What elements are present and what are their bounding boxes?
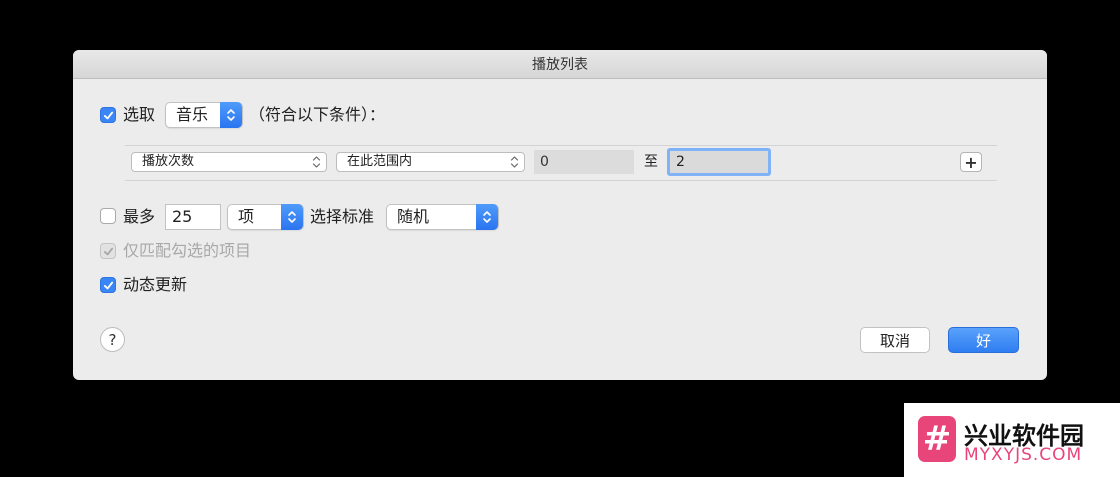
checkmark-icon [103,281,113,289]
limit-unit-select[interactable]: 项 [227,204,304,230]
watermark-logo-icon: # [918,416,956,462]
condition-suffix: （符合以下条件）： [249,105,386,124]
popup-arrows-icon [220,102,242,128]
limit-count-field[interactable]: 25 [165,204,221,230]
match-checked-label: 仅匹配勾选的项目 [123,241,252,260]
popup-arrows-icon [281,204,303,230]
updown-icon [312,156,321,168]
playlist-dialog: 播放列表 选取 音乐 （符合以下条件）： 播放次数 在此范围内 0 至 2 + … [73,50,1047,380]
select-label: 选取 [123,105,156,124]
watermark-url: MYXYJS.COM [964,445,1083,465]
criteria-label: 选择标准 [310,207,375,226]
cancel-button[interactable]: 取消 [860,327,930,353]
rule-to-label: 至 [644,154,658,170]
rule-field-select[interactable]: 播放次数 [131,152,327,172]
ok-button[interactable]: 好 [948,327,1019,353]
updown-icon [510,156,519,168]
live-update-checkbox[interactable] [100,277,116,293]
media-type-select[interactable]: 音乐 [165,102,243,128]
live-update-label: 动态更新 [123,275,188,294]
rule-from-field[interactable]: 0 [534,150,634,174]
rule-field-value: 播放次数 [142,154,195,169]
criteria-value: 随机 [397,207,430,226]
dialog-title: 播放列表 [73,50,1047,79]
select-checkbox[interactable] [100,107,116,123]
limit-checkbox[interactable] [100,208,116,224]
popup-arrows-icon [476,204,498,230]
help-button[interactable]: ? [100,327,125,352]
checkmark-icon [103,111,113,119]
limit-unit-value: 项 [238,207,255,226]
rule-to-field[interactable]: 2 [667,148,771,176]
rule-operator-select[interactable]: 在此范围内 [336,152,525,172]
media-type-value: 音乐 [176,105,209,124]
rule-operator-value: 在此范围内 [347,154,413,169]
rule-row: 播放次数 在此范围内 0 至 2 + [125,145,997,181]
watermark: # 兴业软件园 MYXYJS.COM [904,403,1120,477]
add-rule-button[interactable]: + [960,152,982,172]
match-checked-checkbox[interactable] [100,243,116,259]
limit-label: 最多 [123,207,156,226]
criteria-select[interactable]: 随机 [386,204,499,230]
checkmark-icon [103,247,113,255]
